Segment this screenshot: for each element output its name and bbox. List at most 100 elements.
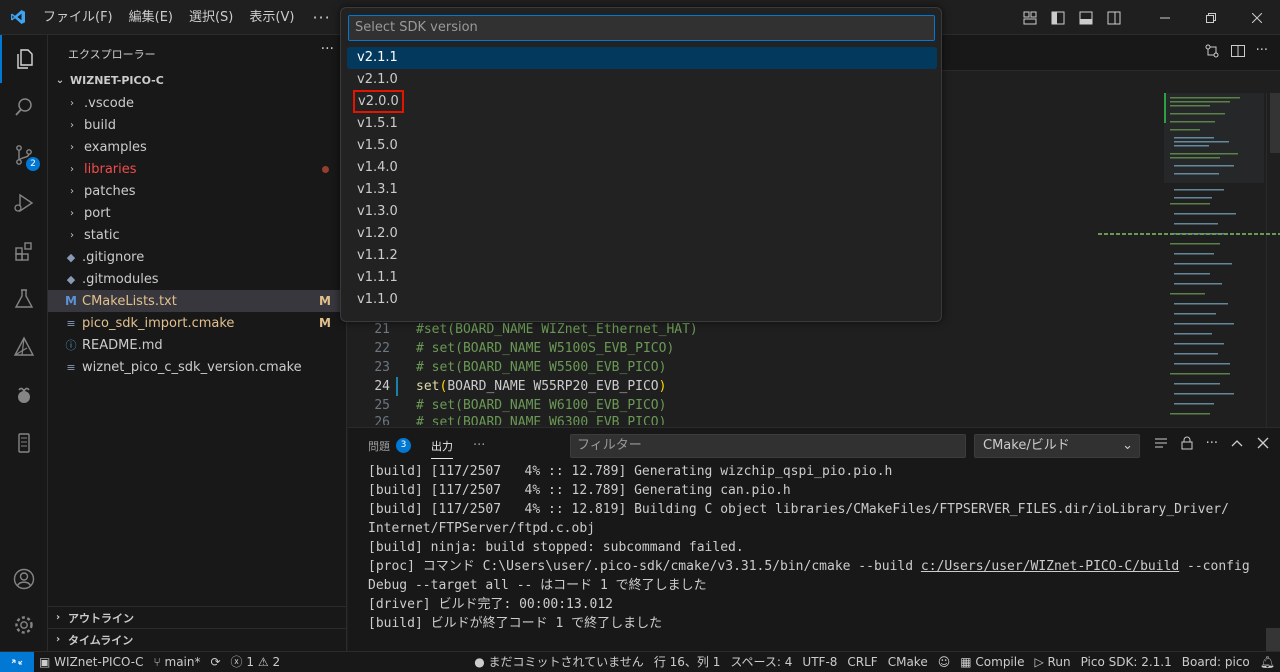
sdk-version-option[interactable]: v1.2.0 <box>347 223 937 245</box>
line-ending[interactable]: CRLF <box>842 652 882 672</box>
project-root[interactable]: ⌄ WIZNET-PICO-C <box>48 69 347 91</box>
file-cmakelists[interactable]: M CMakeLists.txt M <box>48 290 347 312</box>
minimize-icon[interactable] <box>1142 0 1188 35</box>
toggle-primary-sidebar-icon[interactable] <box>1044 0 1072 35</box>
sdk-version-option[interactable]: v1.3.1 <box>347 179 937 201</box>
run-label: Run <box>1047 655 1071 669</box>
encoding[interactable]: UTF-8 <box>797 652 842 672</box>
sdk-version-option[interactable]: v1.5.0 <box>347 135 937 157</box>
more-actions-icon[interactable]: ··· <box>1206 436 1218 454</box>
menu-selection[interactable]: 選択(S) <box>181 0 241 35</box>
board-status[interactable]: Board: pico <box>1177 652 1255 672</box>
run-button[interactable]: ▷ Run <box>1029 652 1075 672</box>
copilot-icon[interactable]: ☺ <box>933 652 956 672</box>
branch-status[interactable]: ⑂ main* <box>148 652 205 672</box>
menu-view[interactable]: 表示(V) <box>241 0 302 35</box>
sdk-version-option[interactable]: v2.1.1 <box>347 47 937 69</box>
toggle-secondary-sidebar-icon[interactable] <box>1100 0 1128 35</box>
repo-status[interactable]: ▣ WIZnet-PICO-C <box>34 652 148 672</box>
restore-icon[interactable] <box>1188 0 1234 35</box>
file-gitignore[interactable]: ◆ .gitignore <box>48 246 347 268</box>
file-pico-sdk-import[interactable]: ≡ pico_sdk_import.cmake M <box>48 312 347 334</box>
sdk-version-input[interactable]: Select SDK version <box>348 15 935 41</box>
folder-examples[interactable]: › examples <box>48 136 347 158</box>
tab-problems[interactable]: 問題 3 <box>368 428 411 463</box>
settings-gear-icon[interactable] <box>0 601 48 649</box>
compile-button[interactable]: ▦ Compile <box>955 652 1029 672</box>
language-mode[interactable]: CMake <box>883 652 933 672</box>
explorer-icon[interactable] <box>0 35 48 83</box>
menu-more-icon[interactable]: ··· <box>302 8 340 27</box>
file-gitmodules[interactable]: ◆ .gitmodules <box>48 268 347 290</box>
account-icon[interactable] <box>0 555 48 603</box>
cursor-position[interactable]: 行 16、列 1 <box>649 652 726 672</box>
output-line: [build] [117/2507 4% :: 12.819] Building… <box>368 502 1229 517</box>
sdk-version-option[interactable]: v1.4.0 <box>347 157 937 179</box>
panel-more-icon[interactable]: ··· <box>473 428 485 463</box>
editor-scrollbar[interactable] <box>1266 93 1280 427</box>
folder-vscode[interactable]: › .vscode <box>48 92 347 114</box>
output-filter-input[interactable]: フィルター <box>570 434 966 458</box>
folder-patches[interactable]: › patches <box>48 180 347 202</box>
remote-icon[interactable] <box>0 651 34 672</box>
problems-count-badge: 3 <box>396 438 411 453</box>
search-icon[interactable] <box>0 83 48 131</box>
close-panel-icon[interactable] <box>1256 436 1270 454</box>
commit-status[interactable]: ● まだコミットされていません <box>469 652 649 672</box>
timeline-section[interactable]: › タイムライン <box>48 628 347 650</box>
file-label: wiznet_pico_c_sdk_version.cmake <box>82 359 302 375</box>
lock-icon[interactable] <box>1180 436 1194 454</box>
notifications-bell-icon[interactable]: 🔔︎ <box>1255 652 1280 672</box>
pico-sdk-status[interactable]: Pico SDK: 2.1.1 <box>1076 652 1177 672</box>
sync-icon[interactable]: ⟳ <box>205 652 225 672</box>
tab-output[interactable]: 出力 <box>431 428 453 463</box>
folder-static[interactable]: › static <box>48 224 347 246</box>
output-line: [build] ビルドが終了コード 1 で終了しました <box>368 616 663 631</box>
minimap[interactable] <box>1164 93 1264 427</box>
raspberry-pi-icon[interactable] <box>0 371 48 419</box>
run-debug-icon[interactable] <box>0 179 48 227</box>
output-log[interactable]: [build] [117/2507 4% :: 12.789] Generati… <box>368 462 1268 633</box>
folder-build[interactable]: › build <box>48 114 347 136</box>
chevron-right-icon: › <box>70 229 74 241</box>
problems-status[interactable]: ⓧ 1 ⚠ 2 <box>226 652 286 672</box>
code-view[interactable]: 21 #set(BOARD_NAME WIZnet_Ethernet_HAT) … <box>348 320 1168 425</box>
file-readme[interactable]: ⓘ README.md <box>48 334 347 356</box>
testing-flask-icon[interactable] <box>0 275 48 323</box>
filter-lines-icon[interactable] <box>1154 436 1168 454</box>
split-editor-icon[interactable] <box>1230 43 1246 63</box>
sdk-version-option[interactable]: v1.1.0 <box>347 289 937 311</box>
compare-changes-icon[interactable] <box>1204 43 1220 63</box>
folder-libraries[interactable]: › libraries <box>48 158 347 180</box>
sdk-version-option[interactable]: v2.1.0 <box>347 69 937 91</box>
repo-name: WIZnet-PICO-C <box>54 654 144 669</box>
folder-port[interactable]: › port <box>48 202 347 224</box>
sdk-version-option[interactable]: v1.1.1 <box>347 267 937 289</box>
sdk-version-quickpick: Select SDK version v2.1.1 v2.1.0 v2.0.0 … <box>340 7 942 322</box>
device-icon[interactable] <box>0 419 48 467</box>
git-modified-badge: M <box>319 316 331 330</box>
extensions-icon[interactable] <box>0 227 48 275</box>
menu-edit[interactable]: 編集(E) <box>121 0 181 35</box>
build-path-link[interactable]: c:/Users/user/WIZnet-PICO-C/build <box>921 559 1179 574</box>
code-line: 23 # set(BOARD_NAME W5500_EVB_PICO) <box>348 358 1168 377</box>
output-line: [build] [117/2507 4% :: 12.789] Generati… <box>368 483 791 498</box>
explorer-more-icon[interactable]: ··· <box>321 41 334 57</box>
cmake-icon[interactable] <box>0 323 48 371</box>
sdk-version-option[interactable]: v1.5.1 <box>347 113 937 135</box>
customize-layout-icon[interactable] <box>1016 0 1044 35</box>
source-control-icon[interactable]: 2 <box>0 131 48 179</box>
indentation[interactable]: スペース: 4 <box>725 652 797 672</box>
panel-scrollbar[interactable] <box>1266 628 1280 652</box>
close-window-icon[interactable] <box>1234 0 1280 35</box>
sdk-version-option[interactable]: v2.0.0 <box>347 90 937 113</box>
file-wiznet-version[interactable]: ≡ wiznet_pico_c_sdk_version.cmake <box>48 356 347 378</box>
output-channel-select[interactable]: CMake/ビルド ⌄ <box>974 434 1140 458</box>
toggle-panel-icon[interactable] <box>1072 0 1100 35</box>
maximize-panel-icon[interactable] <box>1230 436 1244 454</box>
sdk-version-option[interactable]: v1.1.2 <box>347 245 937 267</box>
editor-more-icon[interactable]: ··· <box>1256 43 1268 63</box>
menu-file[interactable]: ファイル(F) <box>35 0 121 35</box>
sdk-version-option[interactable]: v1.3.0 <box>347 201 937 223</box>
outline-section[interactable]: › アウトライン <box>48 606 347 628</box>
